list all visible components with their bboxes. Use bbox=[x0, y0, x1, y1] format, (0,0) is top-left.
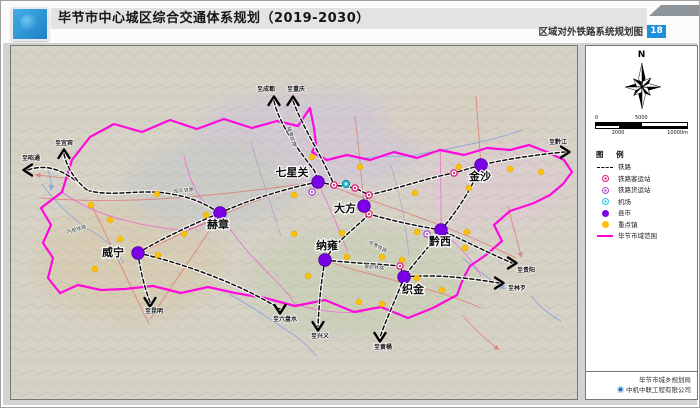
railway-planning-map: 昭毕铁路内昆铁路隆黄铁路成贵铁路黄织铁路 至昭通至宜宾至成都至重庆至黔江至贵阳至… bbox=[11, 46, 577, 399]
town-dot bbox=[538, 169, 544, 175]
legend-item: 毕节市域范围 bbox=[596, 232, 697, 240]
county-dot bbox=[358, 200, 371, 213]
county-label: 七星关 bbox=[276, 165, 309, 179]
legend-label: 毕节市域范围 bbox=[618, 232, 657, 240]
direction-label: 至黔江 bbox=[549, 138, 567, 146]
town-dot bbox=[344, 254, 350, 260]
map-panel: 昭毕铁路内昆铁路隆黄铁路成贵铁路黄织铁路 至昭通至宜宾至成都至重庆至黔江至贵阳至… bbox=[10, 45, 578, 400]
scale-tick-10000: 10000m bbox=[667, 130, 688, 136]
scale-bar-strip bbox=[595, 122, 688, 129]
county-label: 威宁 bbox=[102, 245, 124, 259]
attribution-line2: 中机中联工程有限公司 bbox=[586, 385, 691, 395]
town-dot bbox=[305, 273, 311, 279]
legend-label: 铁路 bbox=[618, 163, 631, 171]
legend-label: 机场 bbox=[618, 198, 631, 206]
legend-label: 铁路货运站 bbox=[618, 186, 651, 194]
direction-label: 至宜宾 bbox=[55, 139, 73, 147]
legend-item: 铁路货运站 bbox=[596, 186, 697, 194]
legend-swatch-dashed-icon bbox=[597, 167, 613, 168]
slide-page: 毕节市中心城区综合交通体系规划（2019-2030） 区域对外铁路系统规划图 1… bbox=[0, 0, 700, 408]
legend-swatch-ring-icon bbox=[602, 198, 609, 205]
town-dot bbox=[507, 166, 513, 172]
legend-sidebar: N 0 5000 2000 10000m 图 例 铁路铁路客运站铁路货运站机场县… bbox=[585, 45, 698, 400]
direction-label: 至重庆 bbox=[287, 85, 305, 93]
scale-bar: 0 5000 2000 10000m bbox=[595, 115, 688, 137]
town-dot bbox=[291, 231, 297, 237]
direction-label: 至成都 bbox=[257, 85, 275, 93]
legend-title: 图 例 bbox=[596, 149, 697, 160]
town-dot bbox=[291, 192, 297, 198]
direction-label: 至贵阳 bbox=[517, 266, 535, 274]
legend-swatch-dot-icon bbox=[602, 210, 609, 217]
direction-label: 至六盘水 bbox=[273, 315, 298, 323]
county-dot bbox=[132, 247, 145, 260]
town-dot bbox=[155, 252, 161, 258]
attribution-box: 毕节市城乡规划局 中机中联工程有限公司 bbox=[585, 371, 698, 400]
legend-item: 机场 bbox=[596, 198, 697, 206]
legend-swatch-ring-icon bbox=[602, 187, 609, 194]
town-dot bbox=[439, 287, 445, 293]
town-dot bbox=[356, 299, 362, 305]
legend-swatch-dot-icon bbox=[602, 221, 609, 228]
legend-items: 铁路铁路客运站铁路货运站机场县市重点镇毕节市域范围 bbox=[586, 163, 697, 240]
direction-label: 至林歹 bbox=[508, 284, 526, 292]
legend-label: 县市 bbox=[618, 209, 631, 217]
town-dot bbox=[379, 301, 385, 307]
town-dot bbox=[92, 266, 98, 272]
direction-label: 至昆明 bbox=[145, 307, 163, 315]
legend-item: 重点镇 bbox=[596, 221, 697, 229]
header-bar: 毕节市中心城区综合交通体系规划（2019-2030） 区域对外铁路系统规划图 1… bbox=[1, 1, 699, 43]
town-dot bbox=[456, 164, 462, 170]
direction-label: 至兴义 bbox=[311, 332, 330, 340]
county-dot bbox=[398, 271, 411, 284]
scale-tick-2000: 2000 bbox=[612, 130, 625, 136]
town-dot bbox=[181, 231, 187, 237]
scale-tick-0: 0 bbox=[595, 115, 598, 121]
header-corner-decoration bbox=[649, 5, 699, 16]
legend-label: 铁路客运站 bbox=[618, 175, 651, 183]
town-dot bbox=[309, 154, 315, 160]
direction-label: 至黄桶 bbox=[374, 343, 392, 351]
town-dot bbox=[357, 164, 363, 170]
company-logo-icon bbox=[617, 386, 624, 393]
compass-rose-icon bbox=[615, 59, 669, 113]
legend-item: 县市 bbox=[596, 209, 697, 217]
airport-symbol bbox=[342, 180, 349, 187]
town-dot bbox=[88, 202, 94, 208]
town-dot bbox=[462, 245, 468, 251]
legend-label: 重点镇 bbox=[618, 221, 638, 229]
town-dot bbox=[466, 185, 472, 191]
page-number-badge: 18 bbox=[647, 25, 666, 38]
map-title-row: 区域对外铁路系统规划图 18 bbox=[538, 24, 666, 38]
town-dot bbox=[414, 275, 420, 281]
county-dot bbox=[319, 254, 332, 267]
town-dot bbox=[339, 230, 345, 236]
county-label: 黔西 bbox=[429, 234, 451, 248]
map-subtitle: 区域对外铁路系统规划图 bbox=[538, 24, 643, 38]
county-label: 纳雍 bbox=[316, 238, 338, 252]
town-dot bbox=[107, 217, 113, 223]
town-dot bbox=[379, 254, 385, 260]
railway-name-label: 黄织铁路 bbox=[364, 263, 384, 271]
legend-swatch-ring-icon bbox=[602, 175, 609, 182]
county-label: 织金 bbox=[402, 282, 425, 296]
town-dot bbox=[414, 229, 420, 235]
town-dot bbox=[464, 229, 470, 235]
legend-swatch-line-icon bbox=[597, 235, 613, 237]
app-logo-icon bbox=[11, 7, 49, 41]
county-label: 赫章 bbox=[207, 217, 229, 231]
legend-item: 铁路 bbox=[596, 163, 697, 171]
town-dot bbox=[412, 190, 418, 196]
county-dot bbox=[312, 176, 325, 189]
attribution-line1: 毕节市城乡规划局 bbox=[586, 375, 691, 385]
county-label: 大方 bbox=[334, 201, 356, 215]
county-label: 金沙 bbox=[468, 169, 491, 183]
legend-item: 铁路客运站 bbox=[596, 175, 697, 183]
town-dot bbox=[154, 191, 160, 197]
compass-rose bbox=[586, 59, 697, 113]
scale-tick-5000: 5000 bbox=[635, 115, 648, 121]
direction-label: 至昭通 bbox=[22, 154, 40, 162]
town-dot bbox=[117, 236, 123, 242]
town-dot bbox=[399, 257, 405, 263]
